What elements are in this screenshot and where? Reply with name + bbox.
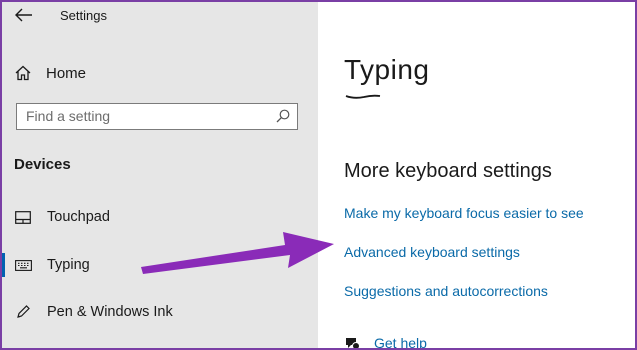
link-advanced-keyboard-settings[interactable]: Advanced keyboard settings: [344, 244, 520, 260]
link-suggestions-autocorrections[interactable]: Suggestions and autocorrections: [344, 283, 548, 299]
search-input[interactable]: [17, 104, 276, 128]
app-title: Settings: [60, 8, 107, 23]
sidebar-item-label: Pen & Windows Ink: [47, 304, 173, 320]
section-title: Devices: [14, 156, 71, 173]
back-arrow-icon[interactable]: [14, 7, 34, 23]
touchpad-icon: [14, 210, 32, 224]
sidebar-item-label: Typing: [47, 257, 90, 273]
sidebar-item-typing[interactable]: Typing: [14, 254, 304, 276]
title-underline-mark: [345, 94, 381, 99]
pen-icon: [14, 305, 32, 319]
help-chat-icon: [346, 338, 360, 348]
search-box[interactable]: [16, 103, 298, 130]
sidebar-item-pen-windows-ink[interactable]: Pen & Windows Ink: [14, 301, 304, 323]
page-title: Typing: [344, 54, 430, 85]
sidebar-item-home[interactable]: Home: [14, 62, 294, 84]
sidebar-item-label: Touchpad: [47, 209, 110, 225]
selected-indicator: [2, 253, 5, 277]
link-keyboard-focus[interactable]: Make my keyboard focus easier to see: [344, 205, 584, 221]
section-heading: More keyboard settings: [344, 160, 552, 182]
sidebar-item-label: Home: [46, 64, 87, 82]
keyboard-icon: [14, 258, 32, 272]
get-help-label: Get help: [374, 335, 427, 350]
settings-window: Settings Home Devices Touchpad: [0, 0, 637, 350]
sidebar-item-touchpad[interactable]: Touchpad: [14, 206, 304, 228]
get-help-link[interactable]: Get help: [344, 335, 427, 350]
search-icon[interactable]: [275, 108, 291, 124]
content-pane: Typing More keyboard settings Make my ke…: [318, 2, 635, 348]
home-icon: [15, 65, 31, 81]
sidebar: Settings Home Devices Touchpad: [2, 2, 318, 348]
